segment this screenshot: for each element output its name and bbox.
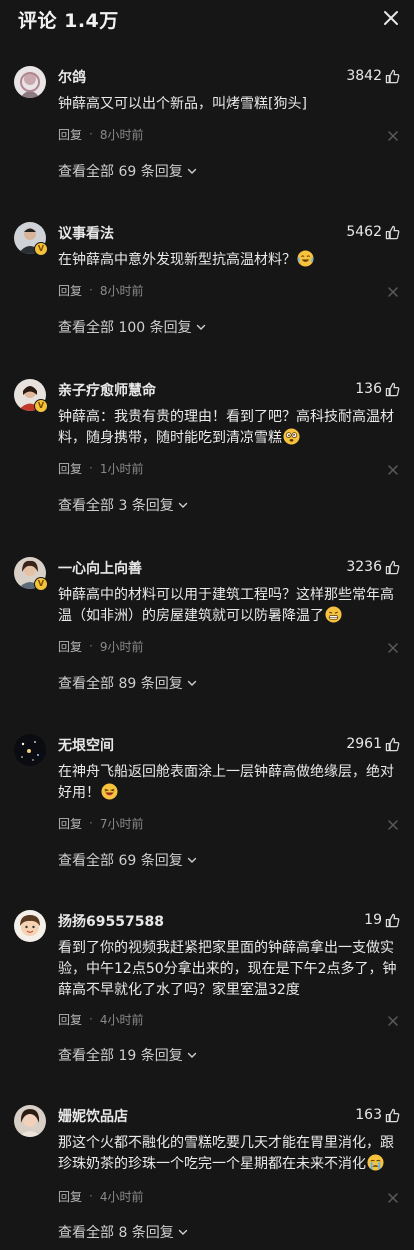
thumbs-up-icon <box>385 225 400 239</box>
thumbs-up-icon <box>385 913 400 927</box>
avatar[interactable]: V <box>14 222 48 256</box>
comment-time: 4小时前 <box>99 1012 144 1027</box>
comment-time: 8小时前 <box>99 127 144 142</box>
reply-button[interactable]: 回复 <box>58 282 82 299</box>
verified-badge: V <box>34 577 48 591</box>
laughing-emoji-icon <box>101 783 118 800</box>
comment-meta: 回复 · 8小时前 <box>58 126 144 143</box>
comments-title: 评论 1.4万 <box>18 10 119 32</box>
chevron-down-icon <box>187 1052 196 1058</box>
comment-time: 1小时前 <box>99 461 144 476</box>
dizzy-emoji-icon <box>283 428 300 445</box>
reply-button[interactable]: 回复 <box>58 815 82 832</box>
avatar[interactable] <box>14 1105 46 1137</box>
like-button[interactable]: 3236 <box>346 558 400 576</box>
view-all-replies[interactable]: 查看全部 19 条回复 <box>58 1045 198 1065</box>
comment-text: 在神舟飞船返回舱表面涂上一层钟薛高做绝缘层，绝对好用！ <box>58 764 394 801</box>
comment-text: 在钟薛高中意外发现新型抗高温材料？ <box>58 250 402 271</box>
comment-time: 8小时前 <box>99 283 144 298</box>
thumbs-up-icon <box>385 737 400 751</box>
like-button[interactable]: 163 <box>355 1106 400 1124</box>
chevron-down-icon <box>187 168 196 174</box>
chevron-down-icon <box>178 1229 188 1235</box>
close-icon[interactable] <box>386 285 400 299</box>
thumbs-up-icon <box>385 382 400 396</box>
reply-button[interactable]: 回复 <box>58 126 82 143</box>
comment-meta: 回复 · 8小时前 <box>58 282 144 299</box>
like-count: 19 <box>364 912 382 928</box>
comment-time: 9小时前 <box>99 639 144 654</box>
avatar[interactable] <box>14 910 46 942</box>
comment-time: 7小时前 <box>99 816 144 831</box>
avatar[interactable]: V <box>14 557 48 591</box>
comment-text: 那这个火都不融化的雪糕吃要几天才能在胃里消化，跟珍珠奶茶的珍珠一个吃完一个星期都… <box>58 1135 394 1172</box>
username[interactable]: 姗妮饮品店 <box>58 1106 128 1126</box>
like-count: 3236 <box>346 559 382 575</box>
reply-button[interactable]: 回复 <box>58 460 82 477</box>
username[interactable]: 一心向上向善 <box>58 558 142 578</box>
like-button[interactable]: 5462 <box>346 223 400 241</box>
like-button[interactable]: 2961 <box>346 735 400 753</box>
reply-button[interactable]: 回复 <box>58 1011 82 1028</box>
like-count: 3842 <box>346 68 382 84</box>
username[interactable]: 无垠空间 <box>58 735 114 755</box>
chevron-down-icon <box>187 680 196 686</box>
verified-badge: V <box>34 242 48 256</box>
comment-meta: 回复 · 4小时前 <box>58 1011 144 1028</box>
like-count: 136 <box>355 381 382 397</box>
chevron-down-icon <box>178 502 188 508</box>
comment-meta: 回复 · 4小时前 <box>58 1188 144 1205</box>
thumbs-up-icon <box>385 1108 400 1122</box>
username[interactable]: 尔鸽 <box>58 67 86 87</box>
username[interactable]: 扬扬69557588 <box>58 911 164 931</box>
close-icon[interactable] <box>381 8 401 28</box>
grin-emoji-icon <box>325 606 342 623</box>
verified-badge: V <box>34 399 48 413</box>
comment-meta: 回复 · 1小时前 <box>58 460 144 477</box>
close-icon[interactable] <box>386 129 400 143</box>
like-button[interactable]: 3842 <box>346 67 400 85</box>
view-all-replies[interactable]: 查看全部 8 条回复 <box>58 1222 189 1242</box>
like-count: 163 <box>355 1107 382 1123</box>
thumbs-up-icon <box>385 69 400 83</box>
close-icon[interactable] <box>386 818 400 832</box>
like-button[interactable]: 136 <box>355 380 400 398</box>
username[interactable]: 议事看法 <box>58 223 114 243</box>
avatar[interactable]: V <box>14 379 48 413</box>
close-icon[interactable] <box>386 1014 400 1028</box>
crying-emoji-icon <box>367 1154 384 1171</box>
close-icon[interactable] <box>386 641 400 655</box>
chevron-down-icon <box>187 857 196 863</box>
view-all-replies[interactable]: 查看全部 3 条回复 <box>58 495 189 515</box>
view-all-replies[interactable]: 查看全部 89 条回复 <box>58 673 198 693</box>
like-button[interactable]: 19 <box>364 911 400 929</box>
chevron-down-icon <box>196 324 205 330</box>
comment-meta: 回复 · 9小时前 <box>58 638 144 655</box>
comment-text: 钟薛高又可以出个新品，叫烤雪糕[狗头] <box>58 96 307 112</box>
comment-text: 看到了你的视频我赶紧把家里面的钟薛高拿出一支做实验，中午12点50分拿出来的，现… <box>58 940 397 998</box>
reply-button[interactable]: 回复 <box>58 638 82 655</box>
like-count: 2961 <box>346 736 382 752</box>
like-count: 5462 <box>346 224 382 240</box>
username[interactable]: 亲子疗愈师慧命 <box>58 380 156 400</box>
comment-time: 4小时前 <box>99 1189 144 1204</box>
comment-text: 钟薛高中的材料可以用于建筑工程吗？这样那些常年高温（如非洲）的房屋建筑就可以防暑… <box>58 587 394 624</box>
comment-meta: 回复 · 7小时前 <box>58 815 144 832</box>
view-all-replies[interactable]: 查看全部 69 条回复 <box>58 161 198 181</box>
view-all-replies[interactable]: 查看全部 100 条回复 <box>58 317 207 337</box>
avatar[interactable] <box>14 734 46 766</box>
close-icon[interactable] <box>386 463 400 477</box>
laughing-crying-emoji-icon <box>297 250 314 267</box>
view-all-replies[interactable]: 查看全部 69 条回复 <box>58 850 198 870</box>
close-icon[interactable] <box>386 1191 400 1205</box>
reply-button[interactable]: 回复 <box>58 1188 82 1205</box>
comments-header: 评论 1.4万 <box>0 0 414 38</box>
comment-text: 钟薛高：我贵有贵的理由！看到了吧？高科技耐高温材料，随身携带，随时能吃到清凉雪糕 <box>58 409 394 446</box>
thumbs-up-icon <box>385 560 400 574</box>
avatar[interactable] <box>14 66 46 98</box>
